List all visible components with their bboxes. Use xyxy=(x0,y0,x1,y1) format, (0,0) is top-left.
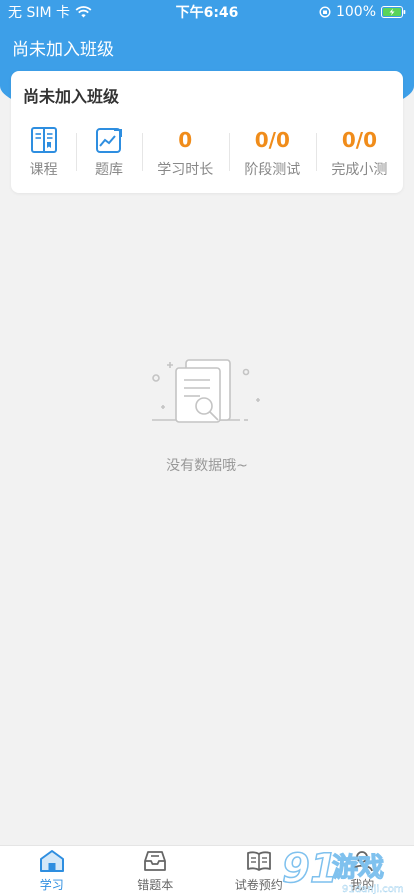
battery-percent: 100% xyxy=(335,4,376,20)
tab-mine[interactable]: 我的 xyxy=(311,846,414,896)
inbox-icon xyxy=(144,851,167,871)
course-entry[interactable]: 课程 xyxy=(11,123,76,181)
chart-edit-icon xyxy=(95,127,122,153)
tab-mistakes[interactable]: 错题本 xyxy=(104,846,208,896)
page-title: 尚未加入班级 xyxy=(12,39,114,60)
orientation-lock-icon xyxy=(319,6,331,18)
question-bank-label: 题库 xyxy=(94,161,123,178)
home-icon xyxy=(39,850,64,872)
battery-charging-icon xyxy=(381,6,406,18)
quiz-complete-stat: 0/0 完成小测 xyxy=(315,123,403,181)
tab-mistakes-label: 错题本 xyxy=(137,878,174,892)
user-icon xyxy=(351,851,374,872)
quiz-complete-value: 0/0 xyxy=(341,127,377,152)
tab-exam-booking-label: 试卷预约 xyxy=(234,878,283,892)
class-summary-card: 尚未加入班级 课程 题库 0 学习时长 0/0 阶段测试 0/0 完成小测 xyxy=(11,71,403,193)
card-title: 尚未加入班级 xyxy=(23,87,120,106)
tab-mine-label: 我的 xyxy=(350,878,375,892)
nav-bar: 尚未加入班级 xyxy=(0,24,414,70)
status-left: 无 SIM 卡 xyxy=(8,2,92,22)
course-label: 课程 xyxy=(29,161,58,178)
wifi-icon xyxy=(75,6,92,18)
carrier-label: 无 SIM 卡 xyxy=(8,5,70,21)
question-bank-entry[interactable]: 题库 xyxy=(76,123,141,181)
tab-bar: 学习 错题本 试卷预约 我的 xyxy=(0,845,414,896)
book-icon xyxy=(30,126,57,153)
empty-state-message: 没有数据哦~ xyxy=(166,458,248,474)
card-stats-row: 课程 题库 0 学习时长 0/0 阶段测试 0/0 完成小测 xyxy=(11,123,403,181)
tab-study-label: 学习 xyxy=(39,878,64,892)
status-right: 100% xyxy=(319,4,406,20)
stage-test-label: 阶段测试 xyxy=(244,161,301,178)
status-bar: 无 SIM 卡 下午6:46 100% xyxy=(0,0,414,24)
stage-test-value: 0/0 xyxy=(254,127,290,152)
study-time-value: 0 xyxy=(178,127,193,152)
open-book-icon xyxy=(246,851,271,871)
empty-state-illustration xyxy=(152,359,260,423)
quiz-complete-label: 完成小测 xyxy=(331,161,388,178)
study-time-label: 学习时长 xyxy=(157,161,214,178)
tab-study[interactable]: 学习 xyxy=(0,846,104,896)
study-time-stat: 0 学习时长 xyxy=(141,123,229,181)
stage-test-stat: 0/0 阶段测试 xyxy=(228,123,316,181)
tab-exam-booking[interactable]: 试卷预约 xyxy=(207,846,311,896)
